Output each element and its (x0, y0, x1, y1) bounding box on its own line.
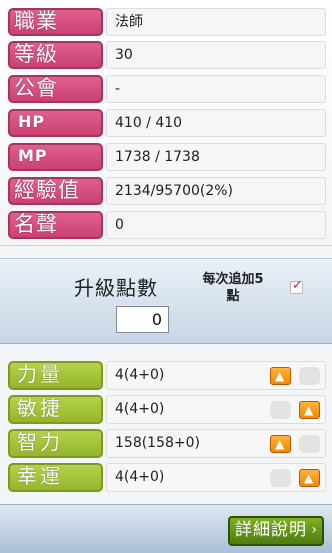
stat-row-luk: 幸運 4(4+0) ▲ (8, 463, 326, 492)
up-arrow-icon: ▲ (304, 403, 314, 417)
stat-row-int: 智力 158(158+0) ▲ (8, 429, 326, 458)
level-value: 30 (106, 41, 326, 69)
up-arrow-icon: ▲ (275, 369, 285, 383)
auto-assign-label: 每次追加5 點 (186, 271, 280, 305)
fame-value: 0 (106, 211, 326, 239)
auto-assign-label-line1: 每次追加5 (202, 272, 264, 287)
detail-button[interactable]: 詳細說明 › (228, 516, 324, 546)
guild-label: 公會 (8, 75, 103, 103)
int-label: 智力 (8, 429, 103, 458)
stat-row-str: 力量 4(4+0) ▲ (8, 361, 326, 390)
fame-label: 名聲 (8, 211, 103, 239)
luk-value: 4(4+0) (106, 463, 326, 492)
ability-points-title: 升級點數 (74, 276, 158, 300)
dex-alt-slot (270, 401, 291, 419)
str-label: 力量 (8, 361, 103, 390)
up-arrow-icon: ▲ (304, 471, 314, 485)
ability-points-panel: 升級點數 0 每次追加5 點 ✓ (0, 258, 332, 344)
guild-value: - (106, 75, 326, 103)
exp-label: 經驗值 (8, 177, 103, 205)
info-row-hp: HP 410 / 410 (8, 109, 326, 137)
luk-increase-button[interactable]: ▲ (299, 469, 320, 487)
str-alt-slot (299, 367, 320, 385)
int-alt-slot (299, 435, 320, 453)
luk-alt-slot (270, 469, 291, 487)
auto-assign-label-line2: 點 (226, 289, 240, 304)
exp-value: 2134/95700(2%) (106, 177, 326, 205)
luk-label: 幸運 (8, 463, 103, 492)
info-row-guild: 公會 - (8, 75, 326, 103)
int-value: 158(158+0) (106, 429, 326, 458)
stat-row-dex: 敏捷 4(4+0) ▲ (8, 395, 326, 424)
dex-value: 4(4+0) (106, 395, 326, 424)
str-increase-button[interactable]: ▲ (270, 367, 291, 385)
int-increase-button[interactable]: ▲ (270, 435, 291, 453)
detail-button-label: 詳細說明 (235, 520, 307, 540)
str-value: 4(4+0) (106, 361, 326, 390)
dex-label: 敏捷 (8, 395, 103, 424)
info-row-exp: 經驗值 2134/95700(2%) (8, 177, 326, 205)
hp-label: HP (8, 109, 103, 137)
info-row-job: 職業 法師 (8, 8, 326, 36)
level-label: 等級 (8, 41, 103, 69)
ability-points-field: 0 (116, 306, 169, 333)
dex-increase-button[interactable]: ▲ (299, 401, 320, 419)
info-row-level: 等級 30 (8, 41, 326, 69)
job-value: 法師 (106, 8, 326, 36)
stats-panel: 力量 4(4+0) ▲ 敏捷 4(4+0) ▲ 智力 158(158+0) ▲ … (0, 350, 332, 498)
info-row-fame: 名聲 0 (8, 211, 326, 239)
mp-label: MP (8, 143, 103, 171)
info-row-mp: MP 1738 / 1738 (8, 143, 326, 171)
bottom-bar: 詳細說明 › (0, 504, 332, 553)
mp-value: 1738 / 1738 (106, 143, 326, 171)
check-icon: ✓ (292, 278, 303, 293)
character-info-panel: 職業 法師 等級 30 公會 - HP 410 / 410 MP 1738 / … (0, 0, 332, 246)
job-label: 職業 (8, 8, 103, 36)
hp-value: 410 / 410 (106, 109, 326, 137)
chevron-right-icon: › (311, 522, 318, 538)
auto-assign-checkbox[interactable]: ✓ (290, 278, 303, 294)
up-arrow-icon: ▲ (275, 437, 285, 451)
